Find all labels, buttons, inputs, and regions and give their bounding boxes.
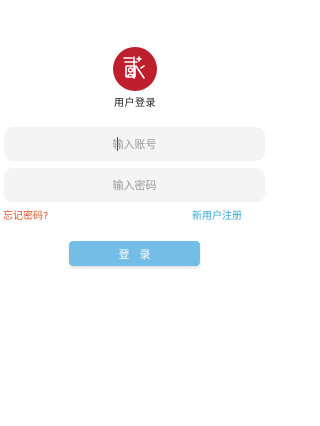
account-field[interactable]	[4, 126, 265, 162]
password-field[interactable]	[4, 167, 265, 203]
login-screen: 用户登录 忘记密码? 新用户注册 登录	[0, 0, 270, 426]
register-link[interactable]: 新用户注册	[192, 207, 242, 222]
account-input[interactable]	[4, 126, 265, 162]
text-cursor	[117, 137, 118, 151]
app-logo-icon	[113, 47, 157, 91]
forgot-password-link[interactable]: 忘记密码?	[3, 207, 48, 222]
page-title: 用户登录	[114, 98, 156, 109]
login-button[interactable]: 登录	[69, 241, 200, 266]
password-input[interactable]	[4, 167, 265, 203]
